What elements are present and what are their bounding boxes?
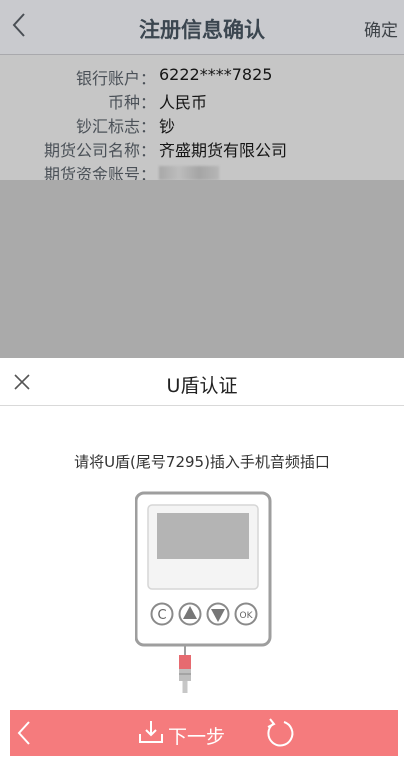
info-label: 银行账户： xyxy=(75,69,156,88)
info-row-futures-company: 期货公司名称： 齐盛期货有限公司 xyxy=(0,137,404,161)
registration-info: 银行账户： 6222****7825 币种： 人民币 钞汇标志： 钞 期货公司名… xyxy=(0,55,404,184)
refresh-button[interactable] xyxy=(264,717,296,749)
usb-key-device-icon: C OK xyxy=(134,491,275,696)
svg-text:C: C xyxy=(157,608,166,623)
info-value: 齐盛期货有限公司 xyxy=(159,141,288,160)
modal-overlay[interactable] xyxy=(0,180,404,358)
action-bar: 下一步 xyxy=(10,710,398,756)
refresh-icon xyxy=(267,718,294,747)
instruction-text: 请将U盾(尾号7295)插入手机音频插口 xyxy=(74,453,330,471)
info-row-bank-account: 银行账户： 6222****7825 xyxy=(0,65,404,89)
info-label: 钞汇标志： xyxy=(75,117,156,136)
page-title: 注册信息确认 xyxy=(139,18,265,42)
info-value: 钞 xyxy=(159,117,176,136)
chevron-left-icon xyxy=(17,721,30,745)
info-label: 期货公司名称： xyxy=(43,141,156,160)
masked-account-number xyxy=(159,166,219,180)
info-value: 6222****7825 xyxy=(159,65,273,84)
previous-button[interactable] xyxy=(16,719,32,747)
download-icon xyxy=(139,721,163,743)
next-step-label: 下一步 xyxy=(168,726,226,748)
info-value: 人民币 xyxy=(159,93,208,112)
next-step-button[interactable]: 下一步 xyxy=(138,714,253,752)
info-row-currency: 币种： 人民币 xyxy=(0,89,404,113)
info-label: 币种： xyxy=(107,93,156,112)
svg-text:OK: OK xyxy=(240,611,254,621)
sheet-header: U盾认证 xyxy=(0,358,404,406)
top-nav-bar: 注册信息确认 确定 xyxy=(0,0,404,55)
info-row-cash-flag: 钞汇标志： 钞 xyxy=(0,113,404,137)
confirm-button[interactable]: 确定 xyxy=(364,16,398,41)
ukey-auth-sheet: U盾认证 请将U盾(尾号7295)插入手机音频插口 C OK 下一步 xyxy=(0,358,404,763)
sheet-title: U盾认证 xyxy=(166,375,238,397)
